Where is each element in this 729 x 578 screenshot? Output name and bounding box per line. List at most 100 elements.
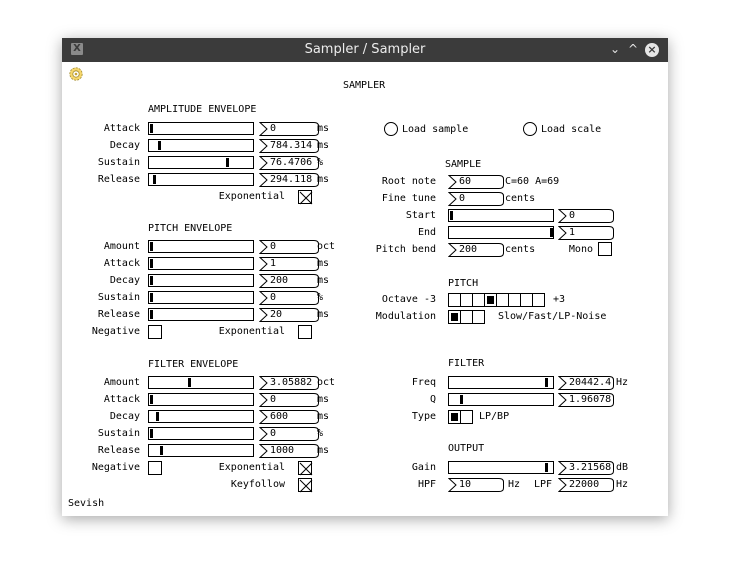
filter-env-release-slider[interactable] — [148, 444, 254, 457]
filter-env-sustain-input[interactable]: 0 — [259, 427, 319, 441]
q-slider-thumb[interactable] — [460, 395, 463, 404]
start-input[interactable]: 0 — [558, 209, 614, 223]
end-slider-thumb[interactable] — [550, 228, 553, 237]
octave-selector[interactable] — [448, 293, 545, 307]
filter-env-sustain-slider[interactable] — [148, 427, 254, 440]
modulation-selector[interactable] — [448, 310, 485, 324]
pitch-env-decay-slider[interactable] — [148, 274, 254, 287]
amp-attack-slider[interactable] — [148, 122, 254, 135]
filter-env-decay-slider[interactable] — [148, 410, 254, 423]
filter-env-release-input[interactable]: 1000 — [259, 444, 319, 458]
filter-env-amount-slider-thumb[interactable] — [188, 378, 191, 387]
pitch-env-negative-checkbox[interactable] — [148, 325, 162, 339]
amp-release-input[interactable]: 294.118 — [259, 173, 319, 187]
modulation-selector-cell[interactable] — [472, 310, 485, 324]
freq-input[interactable]: 20442.4 — [558, 376, 614, 390]
pitch-env-attack-slider-thumb[interactable] — [150, 259, 153, 268]
pitch-env-exponential-label: Exponential — [218, 326, 285, 337]
octave-label: Octave -3 — [381, 294, 436, 305]
amp-decay-slider-thumb[interactable] — [158, 141, 161, 150]
pitch-env-amount-input[interactable]: 0 — [259, 240, 319, 254]
octave-selector-cell[interactable] — [532, 293, 545, 307]
octave-max-label: +3 — [553, 294, 566, 305]
amp-decay-slider[interactable] — [148, 139, 254, 152]
amp-sustain-input[interactable]: 76.4706 — [259, 156, 319, 170]
freq-slider[interactable] — [448, 376, 554, 389]
pitch-env-release-slider-thumb[interactable] — [150, 310, 153, 319]
load-sample-label: Load sample — [402, 124, 469, 135]
window-title: Sampler / Sampler — [304, 42, 426, 57]
filter-env-amount-input[interactable]: 3.05882 — [259, 376, 319, 390]
filter-env-attack-slider[interactable] — [148, 393, 254, 406]
pitch-env-attack-input[interactable]: 1 — [259, 257, 319, 271]
start-label: Start — [405, 210, 436, 221]
pitch-env-decay-slider-thumb[interactable] — [150, 276, 153, 285]
hpf-input[interactable]: 10 — [448, 478, 504, 492]
amp-release-slider[interactable] — [148, 173, 254, 186]
pitch-env-amount-slider[interactable] — [148, 240, 254, 253]
pitch-env-release-input-value: 20 — [270, 309, 283, 320]
pitch-env-sustain-slider[interactable] — [148, 291, 254, 304]
end-input[interactable]: 1 — [558, 226, 614, 240]
filter-env-sustain-slider-thumb[interactable] — [150, 429, 153, 438]
start-slider-thumb[interactable] — [450, 211, 453, 220]
pitch-bend-label: Pitch bend — [375, 244, 436, 255]
settings-gear-icon[interactable] — [68, 66, 84, 82]
maximize-button[interactable]: ^ — [625, 41, 641, 58]
filter-type-selector-cell[interactable] — [460, 410, 473, 424]
amp-attack-slider-thumb[interactable] — [150, 124, 153, 133]
filter-env-sustain-unit: % — [317, 428, 324, 439]
start-slider[interactable] — [448, 209, 554, 222]
close-button[interactable]: × — [645, 43, 659, 57]
filter-env-exponential-checkbox[interactable] — [298, 461, 313, 476]
q-input[interactable]: 1.96078 — [558, 393, 614, 407]
amp-sustain-slider[interactable] — [148, 156, 254, 169]
filter-env-attack-input[interactable]: 0 — [259, 393, 319, 407]
pitch-env-decay-input[interactable]: 200 — [259, 274, 319, 288]
pitch-env-sustain-input[interactable]: 0 — [259, 291, 319, 305]
pitch-env-exponential-checkbox[interactable] — [298, 325, 312, 339]
filter-env-release-slider-thumb[interactable] — [160, 446, 163, 455]
gain-input[interactable]: 3.21568 — [558, 461, 614, 475]
title-bar[interactable]: X Sampler / Sampler ⌄ ^ × — [62, 38, 668, 62]
filter-env-decay-input[interactable]: 600 — [259, 410, 319, 424]
filter-env-attack-unit: ms — [317, 394, 330, 405]
amp-sustain-unit: % — [317, 157, 324, 168]
pitch-env-sustain-slider-thumb[interactable] — [150, 293, 153, 302]
gain-slider-thumb[interactable] — [545, 463, 548, 472]
pitch-env-release-input[interactable]: 20 — [259, 308, 319, 322]
pitch-env-negative-label: Negative — [91, 326, 140, 337]
fine-tune-input[interactable]: 0 — [448, 192, 504, 206]
mono-label: Mono — [568, 244, 593, 255]
end-slider[interactable] — [448, 226, 554, 239]
pitch-env-sustain-unit: % — [317, 292, 324, 303]
gain-unit: dB — [616, 462, 629, 473]
root-note-input[interactable]: 60 — [448, 175, 504, 189]
load-scale-label: Load scale — [541, 124, 602, 135]
filter-env-negative-label: Negative — [91, 462, 140, 473]
amp-attack-input[interactable]: 0 — [259, 122, 319, 136]
pitch-bend-input[interactable]: 200 — [448, 243, 504, 257]
filter-env-decay-slider-thumb[interactable] — [156, 412, 159, 421]
mono-checkbox[interactable] — [598, 242, 612, 256]
q-slider[interactable] — [448, 393, 554, 406]
filter-env-amount-slider[interactable] — [148, 376, 254, 389]
amp-exponential-checkbox[interactable] — [298, 190, 313, 205]
amp-decay-input[interactable]: 784.314 — [259, 139, 319, 153]
amp-release-slider-thumb[interactable] — [153, 175, 156, 184]
plugin-window: X Sampler / Sampler ⌄ ^ × SAMPLER AMPLIT… — [62, 38, 668, 516]
filter-type-selector[interactable] — [448, 410, 473, 424]
amp-sustain-slider-thumb[interactable] — [226, 158, 229, 167]
minimize-button[interactable]: ⌄ — [607, 41, 623, 58]
freq-slider-thumb[interactable] — [545, 378, 548, 387]
gain-slider[interactable] — [448, 461, 554, 474]
load-sample-button[interactable] — [384, 122, 398, 136]
pitch-env-amount-slider-thumb[interactable] — [150, 242, 153, 251]
filter-env-negative-checkbox[interactable] — [148, 461, 162, 475]
pitch-env-release-slider[interactable] — [148, 308, 254, 321]
pitch-env-attack-slider[interactable] — [148, 257, 254, 270]
load-scale-button[interactable] — [523, 122, 537, 136]
filter-env-attack-slider-thumb[interactable] — [150, 395, 153, 404]
lpf-input[interactable]: 22000 — [558, 478, 614, 492]
filter-env-keyfollow-checkbox[interactable] — [298, 478, 313, 493]
